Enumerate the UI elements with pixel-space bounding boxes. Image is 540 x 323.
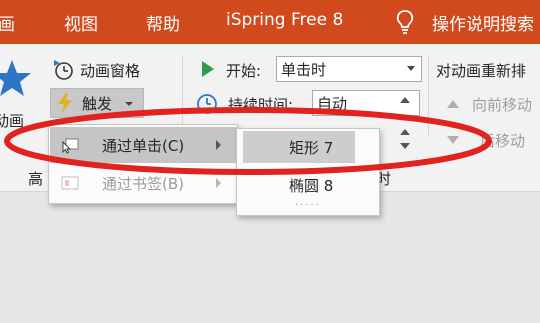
- menu-bar: 画 视图 帮助 iSpring Free 8 操作说明搜索: [0, 0, 540, 44]
- tab-ispring[interactable]: iSpring Free 8: [226, 10, 343, 30]
- chevron-down-icon: [125, 102, 133, 106]
- trigger-label: 触发: [82, 95, 113, 113]
- menu-item-on-bookmark[interactable]: 通过书签(B): [50, 165, 237, 201]
- menu-item-label: 通过书签(B): [102, 175, 184, 193]
- star-icon[interactable]: [0, 58, 32, 100]
- clock-icon: [197, 94, 217, 114]
- chevron-right-icon: [216, 178, 221, 188]
- spin-down-icon[interactable]: [398, 141, 412, 151]
- chevron-down-icon: [407, 66, 415, 71]
- tab-view[interactable]: 视图: [64, 10, 98, 35]
- tab-help[interactable]: 帮助: [146, 10, 180, 35]
- trigger-menu: 通过单击(C) 通过书签(B): [48, 124, 238, 204]
- menu-item-label: 通过单击(C): [102, 137, 185, 155]
- shape-submenu: 矩形 7 椭圆 8 .....: [236, 128, 380, 216]
- add-animation-label[interactable]: 动画: [0, 110, 24, 131]
- start-value: 单击时: [281, 61, 327, 79]
- animation-pane-icon: [54, 60, 73, 80]
- spin-up-icon[interactable]: [398, 127, 412, 137]
- tab-animations[interactable]: 画: [0, 10, 15, 35]
- bookmark-icon: [61, 176, 79, 190]
- spin-up-icon[interactable]: [398, 95, 412, 105]
- move-earlier-icon: [447, 100, 459, 108]
- play-icon: [202, 61, 214, 77]
- group-divider: [428, 56, 429, 136]
- lightbulb-icon[interactable]: [394, 9, 416, 35]
- reorder-header: 对动画重新排: [436, 62, 527, 80]
- more-items-indicator[interactable]: .....: [295, 197, 321, 208]
- submenu-item-label: 矩形 7: [289, 139, 334, 157]
- submenu-item-label: 椭圆 8: [289, 177, 334, 195]
- tell-me-search[interactable]: 操作说明搜索: [432, 10, 534, 35]
- menu-item-on-click[interactable]: 通过单击(C): [50, 127, 237, 163]
- click-shape-icon: [62, 138, 79, 154]
- start-dropdown[interactable]: 单击时: [276, 56, 422, 82]
- duration-value: 自动: [317, 95, 348, 113]
- chevron-right-icon: [216, 140, 221, 150]
- move-earlier-button[interactable]: 向前移动: [472, 94, 532, 115]
- start-label: 开始:: [226, 62, 262, 80]
- duration-label: 持续时间:: [228, 96, 294, 114]
- group-advanced-label: 高: [28, 170, 44, 188]
- animation-pane-button[interactable]: 动画窗格: [80, 60, 140, 81]
- submenu-item-rectangle[interactable]: 矩形 7: [243, 131, 355, 163]
- move-later-icon: [447, 136, 459, 144]
- move-later-button[interactable]: 后移动: [480, 130, 525, 151]
- lightning-icon: [58, 93, 72, 113]
